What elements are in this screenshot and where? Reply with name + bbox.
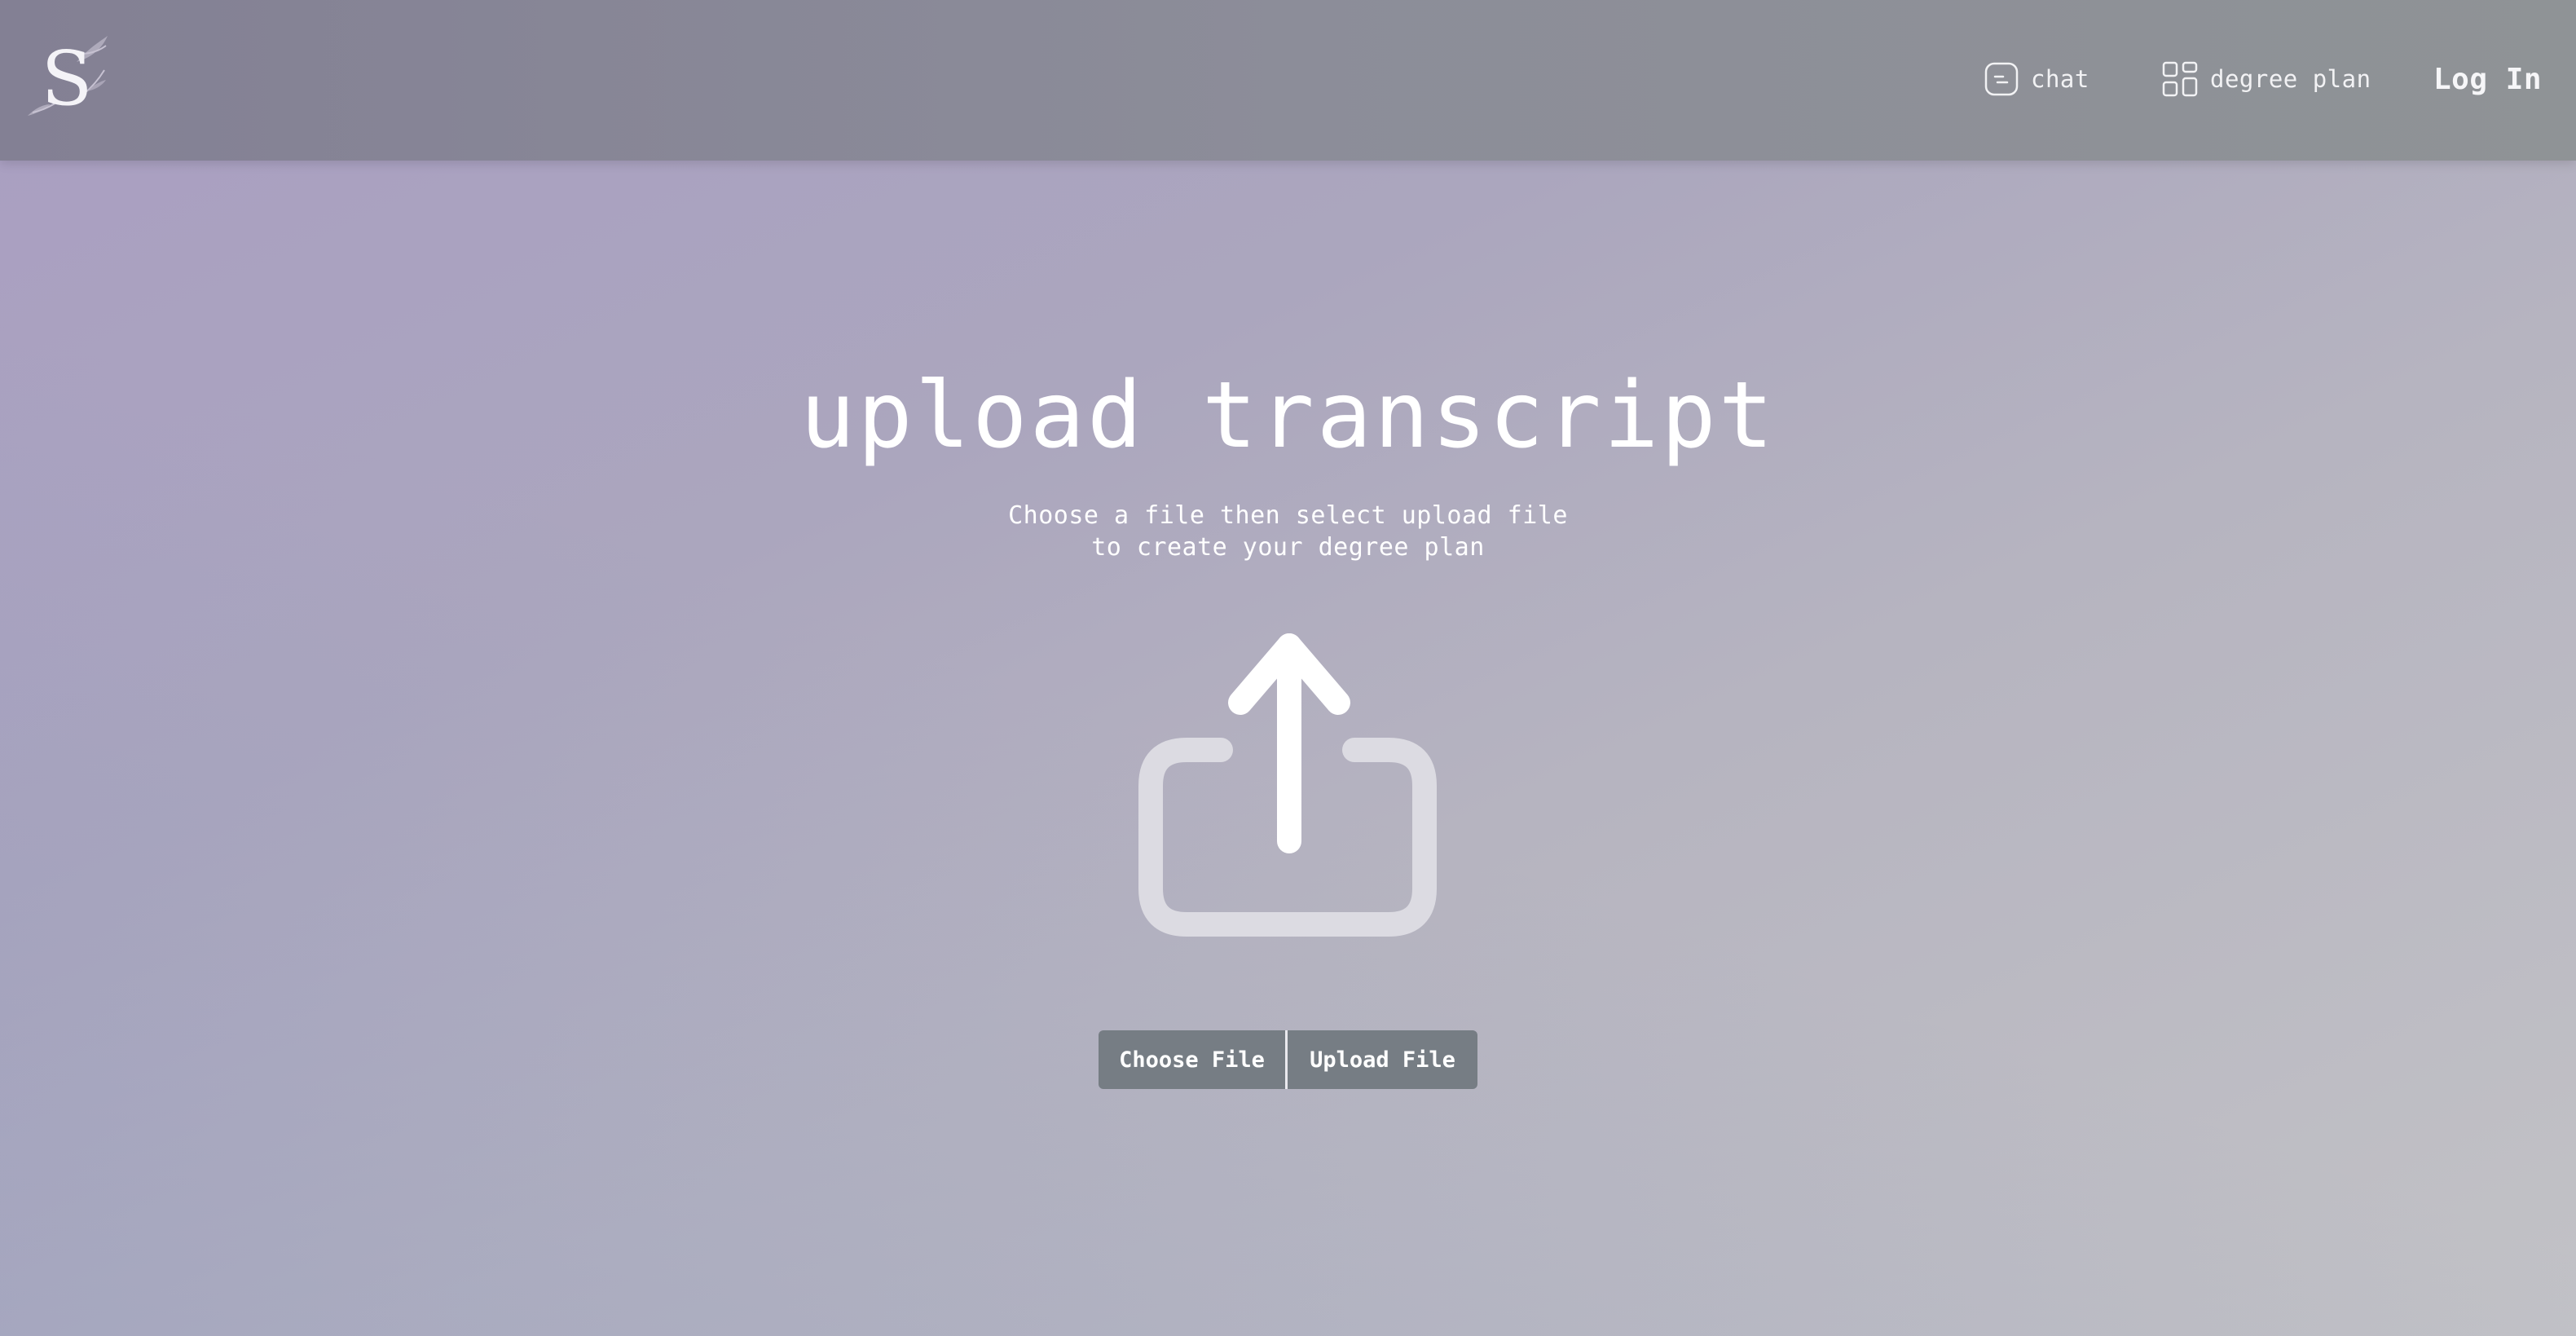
choose-file-button[interactable]: Choose File — [1099, 1030, 1288, 1089]
nav-chat-label: chat — [2031, 65, 2089, 93]
logo-icon: S — [28, 35, 108, 122]
upload-icon — [1138, 633, 1437, 937]
subtitle-line-1: Choose a file then select upload file — [1008, 501, 1568, 530]
nav-degree-plan[interactable]: degree plan — [2161, 57, 2371, 101]
svg-text:S: S — [41, 35, 92, 117]
file-button-group: Choose File Upload File — [1099, 1030, 1477, 1089]
nav-chat[interactable]: chat — [1984, 57, 2089, 101]
logo[interactable]: S — [26, 29, 111, 122]
subtitle-line-2: to create your degree plan — [1091, 533, 1485, 562]
page-title: upload transcript — [799, 363, 1777, 469]
nav-degree-plan-label: degree plan — [2210, 65, 2371, 93]
chat-icon — [1984, 62, 2019, 96]
top-navigation-bar: S chat degree plan Log In — [0, 0, 2576, 161]
grid-icon — [2162, 61, 2198, 97]
upload-file-button[interactable]: Upload File — [1288, 1030, 1477, 1089]
login-link[interactable]: Log In — [2433, 57, 2542, 101]
page-subtitle: Choose a file then select upload file to… — [0, 500, 2576, 563]
